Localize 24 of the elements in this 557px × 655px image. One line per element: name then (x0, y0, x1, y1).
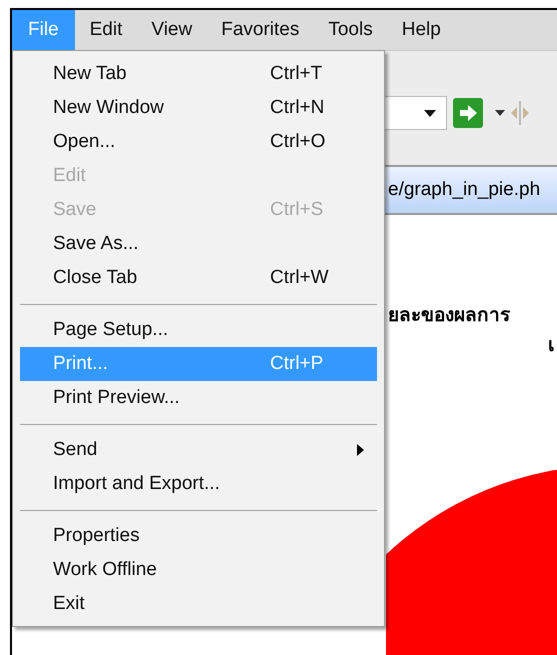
menu-bar-item[interactable]: Help (388, 10, 455, 50)
menu-item[interactable]: Work Offline (20, 553, 377, 587)
menu-bar-item[interactable]: Tools (314, 10, 387, 50)
submenu-arrow-icon (357, 444, 364, 456)
menu-item[interactable]: Exit (20, 587, 377, 621)
menu-bar-item[interactable]: Favorites (207, 10, 314, 50)
go-button[interactable] (453, 98, 483, 128)
menu-item[interactable]: Import and Export... (20, 467, 377, 501)
dropdown-arrow-icon[interactable] (495, 110, 505, 116)
menu-item[interactable]: Properties (20, 519, 377, 553)
menu-item[interactable]: New Window Ctrl+N (20, 91, 377, 125)
page-heading: เ (548, 333, 554, 358)
page-heading: ยละของผลการ (388, 303, 510, 328)
menu-item[interactable]: Print Preview... (20, 381, 377, 415)
menu-item[interactable]: Send (20, 433, 377, 467)
menu-bar-item[interactable]: View (137, 10, 206, 50)
menu-item[interactable]: Open... Ctrl+O (20, 125, 377, 159)
dropdown-arrow-icon (424, 110, 436, 116)
menu-item[interactable]: Save As... (20, 227, 377, 261)
menu-item[interactable]: New Tab Ctrl+T (20, 57, 377, 91)
menu-item[interactable]: Page Setup... (20, 313, 377, 347)
menu-item[interactable]: Close Tab Ctrl+W (20, 261, 377, 295)
right-arrow-icon (458, 104, 478, 122)
menu-bar-item[interactable]: Edit (76, 10, 136, 50)
